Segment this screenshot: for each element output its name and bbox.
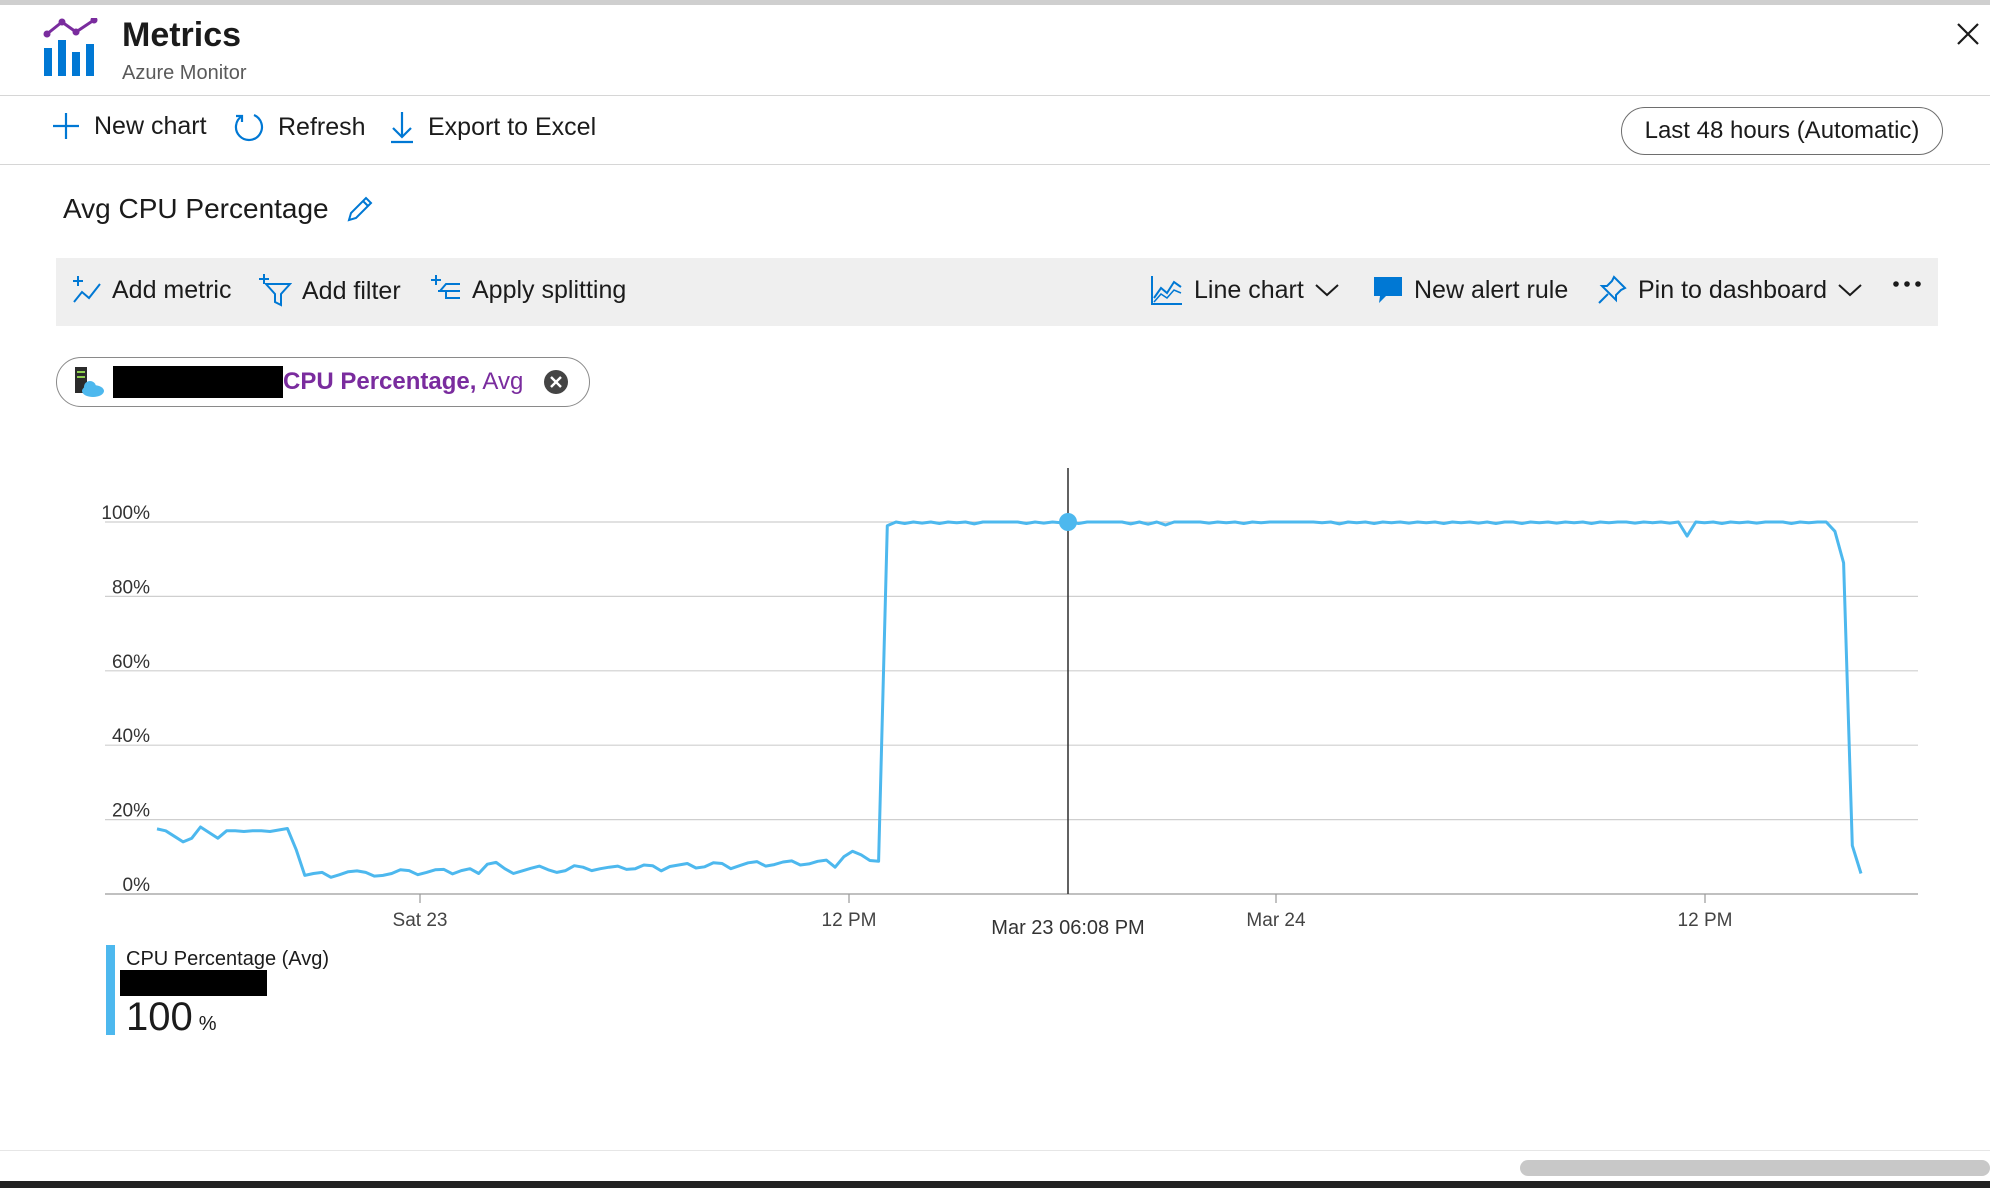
download-icon xyxy=(391,112,413,144)
pin-icon xyxy=(1598,275,1627,304)
apply-splitting-button[interactable]: Apply splitting xyxy=(430,274,626,306)
plus-icon xyxy=(53,113,79,139)
line-chart-icon xyxy=(1151,276,1182,305)
close-icon[interactable] xyxy=(1952,18,1984,50)
chart-gridlines xyxy=(105,521,1918,895)
export-label: Export to Excel xyxy=(428,112,597,141)
filter-icon xyxy=(259,274,292,307)
new-chart-label: New chart xyxy=(94,111,207,140)
metric-pill[interactable]: CPU Percentage, Avg xyxy=(56,357,590,407)
legend-series-name: CPU Percentage (Avg) xyxy=(126,948,330,970)
line-chart-label: Line chart xyxy=(1194,275,1304,304)
metric-name: CPU Percentage, xyxy=(283,368,477,395)
app-title: Metrics xyxy=(122,16,242,54)
new-chart-button[interactable]: New chart xyxy=(50,110,207,142)
legend-value-number: 100 xyxy=(126,995,193,1039)
y-tick-label: 40% xyxy=(112,726,150,747)
y-tick-label: 80% xyxy=(112,577,150,598)
y-tick-label: 100% xyxy=(101,503,150,524)
legend-series-label[interactable]: CPU Percentage (Avg) xyxy=(126,948,329,971)
new-alert-rule-button[interactable]: New alert rule xyxy=(1372,274,1568,306)
pin-to-dashboard-dropdown[interactable]: Pin to dashboard xyxy=(1596,274,1863,306)
legend-color-bar xyxy=(106,945,115,1035)
x-tick-label: Mar 24 xyxy=(1246,910,1306,931)
y-tick-label: 20% xyxy=(112,801,150,822)
chart-title: Avg CPU Percentage xyxy=(63,193,329,224)
refresh-label: Refresh xyxy=(278,112,366,141)
chevron-down-icon xyxy=(1315,284,1339,297)
pin-to-dashboard-label: Pin to dashboard xyxy=(1638,275,1828,304)
cpu-line-chart[interactable]: 0% 20% 40% 60% 80% 100% Sat 23 12 PM Mar 24 12 P… xyxy=(0,440,1990,960)
series-line-cpu-percentage xyxy=(156,520,1863,879)
metrics-app-icon xyxy=(43,18,98,76)
chart-title-row: Avg CPU Percentage xyxy=(63,193,375,225)
x-tick-label: 12 PM xyxy=(822,910,877,931)
refresh-button[interactable]: Refresh xyxy=(232,110,366,144)
chart-cursor-point xyxy=(1059,513,1077,531)
legend-value-unit: % xyxy=(198,1013,217,1035)
add-metric-button[interactable]: Add metric xyxy=(72,274,231,306)
add-filter-label: Add filter xyxy=(302,276,401,305)
blade-header xyxy=(0,5,1990,96)
x-tick-label: 12 PM xyxy=(1678,910,1733,931)
time-range-picker[interactable]: Last 48 hours (Automatic) xyxy=(1621,107,1943,155)
redacted-resource-name xyxy=(113,366,283,398)
metric-aggregation: Avg xyxy=(482,368,524,395)
app-subtitle: Azure Monitor xyxy=(122,62,247,84)
horizontal-scrollbar-thumb[interactable] xyxy=(1520,1160,1990,1176)
taskbar-strip xyxy=(0,1181,1990,1188)
add-metric-label: Add metric xyxy=(112,275,232,304)
y-tick-label: 0% xyxy=(123,875,151,896)
chevron-down-icon xyxy=(1838,284,1862,297)
refresh-icon xyxy=(234,113,264,142)
split-icon xyxy=(431,275,460,299)
more-options-button[interactable] xyxy=(1892,274,1922,294)
y-tick-label: 60% xyxy=(112,652,150,673)
alert-message-icon xyxy=(1374,277,1402,303)
x-tick-label: Sat 23 xyxy=(393,910,448,931)
apply-splitting-label: Apply splitting xyxy=(472,275,627,304)
ellipsis-icon xyxy=(1893,281,1921,287)
app-service-icon xyxy=(75,367,104,397)
redacted-resource-name xyxy=(120,970,267,996)
export-to-excel-button[interactable]: Export to Excel xyxy=(388,110,596,144)
new-alert-rule-label: New alert rule xyxy=(1414,275,1569,304)
y-axis-labels: 0% 20% 40% 60% 80% 100% xyxy=(101,503,150,896)
remove-metric-icon[interactable] xyxy=(543,369,569,395)
add-filter-button[interactable]: Add filter xyxy=(258,274,401,308)
chart-type-dropdown[interactable]: Line chart xyxy=(1150,274,1340,306)
edit-pencil-icon[interactable] xyxy=(345,194,375,224)
cursor-time-label: Mar 23 06:08 PM xyxy=(991,917,1144,939)
legend-value: 100% xyxy=(126,995,217,1040)
add-metric-icon xyxy=(73,276,101,303)
